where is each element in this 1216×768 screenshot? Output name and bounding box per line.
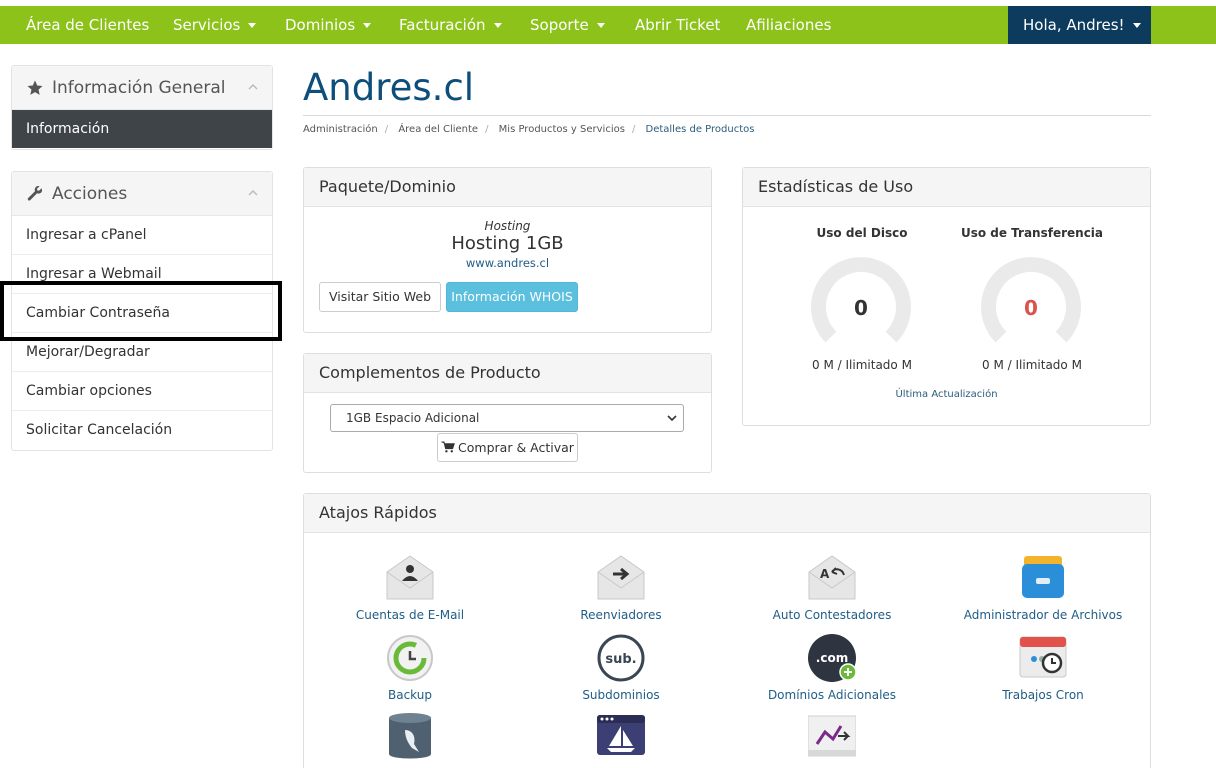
forwarders-icon (597, 555, 645, 600)
file-manager-icon (1022, 556, 1064, 598)
package-panel-title: Paquete/Dominio (304, 168, 711, 207)
addon-select-value: 1GB Espacio Adicional (346, 411, 480, 425)
breadcrumb-item[interactable]: Área del Cliente (398, 124, 478, 135)
nav-area-clientes[interactable]: Área de Clientes (26, 6, 149, 44)
nav-servicios[interactable]: Servicios (173, 6, 257, 44)
transfer-usage-amount: 0 M / Ilimitado M (982, 358, 1082, 372)
cron-jobs-icon (1019, 636, 1067, 678)
sidebar-item-informacion[interactable]: Información (12, 110, 272, 148)
sidebar-item-change-options[interactable]: Cambiar opciones (12, 372, 272, 411)
nav-abrir-ticket[interactable]: Abrir Ticket (635, 6, 720, 44)
svg-text:sub.: sub. (605, 652, 636, 667)
usage-stats-title: Estadísticas de Uso (743, 168, 1150, 207)
breadcrumb-current: Detalles de Productos (645, 124, 755, 135)
quick-shortcuts-panel: Atajos Rápidos Cuentas de E-Mail Reenvia… (303, 493, 1151, 768)
transfer-usage-label: Uso de Transferencia (960, 226, 1104, 240)
disk-usage-value: 0 (854, 296, 868, 320)
subdomains-icon: sub. (597, 634, 645, 682)
chevron-up-icon[interactable] (248, 190, 258, 196)
package-panel: Paquete/Dominio Hosting Hosting 1GB www.… (303, 167, 712, 333)
sidebar-item-cpanel-login[interactable]: Ingresar a cPanel (12, 216, 272, 255)
shortcut-backup[interactable]: Backup (305, 634, 515, 710)
addons-panel: Complementos de Producto 1GB Espacio Adi… (303, 353, 712, 473)
caret-down-icon (363, 23, 372, 28)
svg-text:A: A (820, 567, 830, 581)
top-navbar: Área de Clientes Servicios Dominios Fact… (0, 6, 1216, 44)
nav-dominios[interactable]: Dominios (285, 6, 372, 44)
addon-domains-icon: .com (808, 634, 856, 682)
disk-usage-amount: 0 M / Ilimitado M (812, 358, 912, 372)
breadcrumb: Administración / Área del Cliente / Mis Pr… (303, 124, 755, 135)
nav-facturacion[interactable]: Facturación (399, 6, 502, 44)
breadcrumb-item[interactable]: Mis Productos y Servicios (499, 124, 625, 135)
shortcut-forwarders[interactable]: Reenviadores (516, 554, 726, 630)
quick-shortcuts-title: Atajos Rápidos (304, 494, 1150, 533)
sidebar-info-title: Información General (52, 78, 226, 98)
transfer-usage-value: 0 (1024, 296, 1038, 320)
sidebar-actions-header[interactable]: Acciones (12, 172, 272, 216)
breadcrumb-item[interactable]: Administración (303, 124, 378, 135)
star-icon (27, 80, 43, 95)
caret-down-icon (1132, 23, 1141, 28)
chevron-up-icon[interactable] (248, 84, 258, 90)
caret-down-icon (596, 23, 605, 28)
wrench-icon (27, 186, 43, 201)
divider (303, 115, 1151, 116)
mysql-icon (389, 713, 431, 759)
addon-select[interactable]: 1GB Espacio Adicional (330, 404, 684, 432)
highlight-box (0, 281, 282, 341)
disk-usage-label: Uso del Disco (816, 226, 908, 240)
shortcut-site-builder[interactable] (516, 712, 726, 768)
nav-afiliaciones[interactable]: Afiliaciones (746, 6, 831, 44)
sidebar-info-panel: Información General Información (11, 65, 273, 150)
whois-info-button[interactable]: Información WHOIS (446, 282, 578, 312)
page-title: Andres.cl (303, 66, 475, 109)
visit-website-button[interactable]: Visitar Sitio Web (319, 282, 441, 312)
shortcut-subdomains[interactable]: sub. Subdominios (516, 634, 726, 710)
shortcut-stats[interactable] (727, 712, 937, 768)
nav-soporte[interactable]: Soporte (530, 6, 605, 44)
stats-icon (808, 715, 856, 757)
shortcut-autoresponders[interactable]: A Auto Contestadores (727, 554, 937, 630)
buy-activate-button[interactable]: Comprar & Activar (437, 433, 578, 462)
email-accounts-icon (386, 555, 434, 600)
shopping-cart-icon (441, 441, 455, 453)
shortcut-file-manager[interactable]: Administrador de Archivos (938, 554, 1148, 630)
sidebar-info-header[interactable]: Información General (12, 66, 272, 110)
shortcut-mysql[interactable] (305, 712, 515, 768)
shortcut-cron-jobs[interactable]: Trabajos Cron (938, 634, 1148, 710)
site-builder-icon (597, 715, 645, 755)
chevron-down-icon (667, 415, 677, 421)
backup-icon (387, 635, 433, 681)
autoresponders-icon: A (808, 555, 856, 600)
usage-stats-panel: Estadísticas de Uso Uso del Disco 0 0 M … (742, 167, 1151, 426)
package-name: Hosting 1GB (451, 233, 564, 254)
shortcut-email-accounts[interactable]: Cuentas de E-Mail (305, 554, 515, 630)
addons-panel-title: Complementos de Producto (304, 354, 711, 393)
sidebar-actions-title: Acciones (52, 184, 128, 204)
last-update-link[interactable]: Última Actualización (743, 389, 1150, 400)
package-type: Hosting (484, 219, 531, 233)
svg-text:.com: .com (816, 651, 848, 665)
sidebar-item-request-cancellation[interactable]: Solicitar Cancelación (12, 411, 272, 450)
caret-down-icon (248, 23, 257, 28)
user-menu-button[interactable]: Hola, Andres! (1008, 6, 1151, 44)
caret-down-icon (493, 23, 502, 28)
package-domain-link[interactable]: www.andres.cl (304, 256, 711, 270)
shortcut-addon-domains[interactable]: .com Domínios Adicionales (727, 634, 937, 710)
